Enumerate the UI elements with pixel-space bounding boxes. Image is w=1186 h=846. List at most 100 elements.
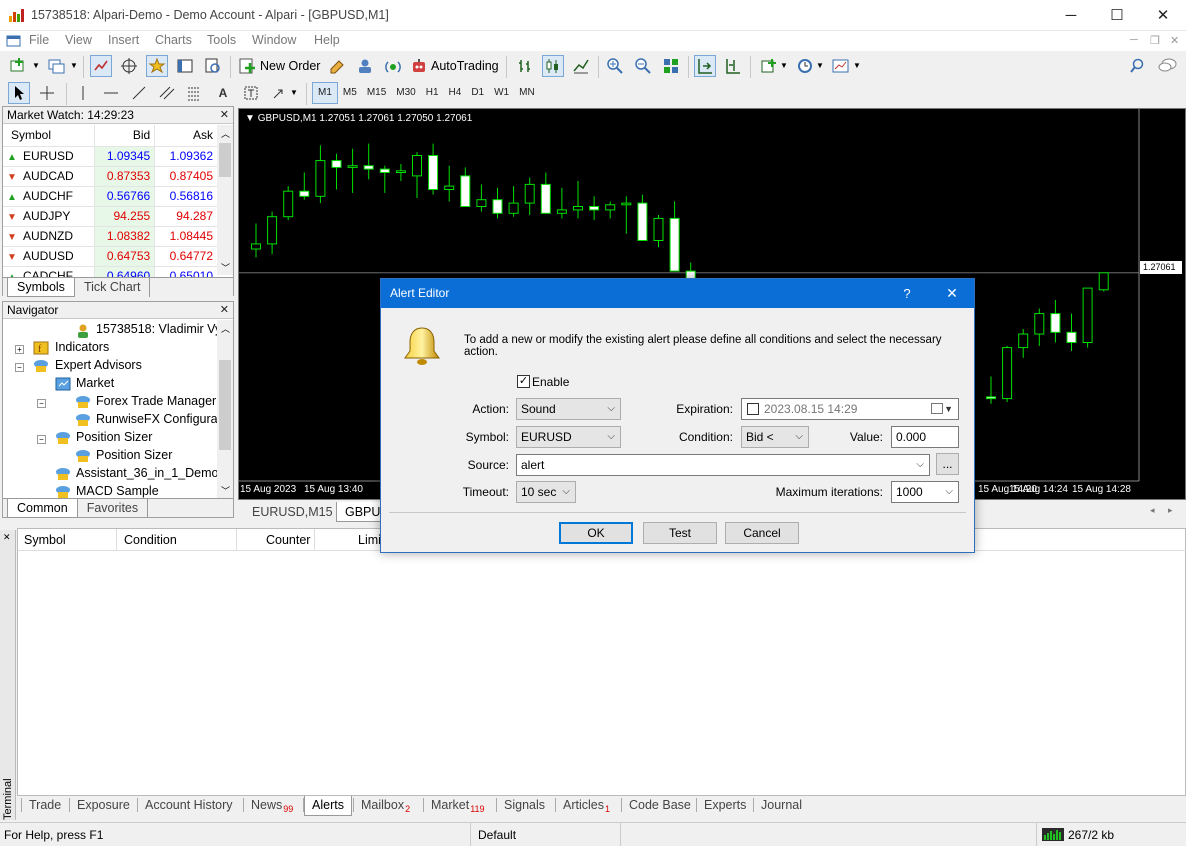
tab-common[interactable]: Common	[7, 499, 78, 518]
minimize-button[interactable]: ─	[1048, 0, 1094, 31]
timeframe-m15[interactable]: M15	[362, 82, 391, 104]
terminal-tab-account-history[interactable]: Account History	[138, 796, 240, 816]
expert-advisors-collapse-icon[interactable]: −	[15, 363, 24, 372]
indicators-dropdown-icon[interactable]: ▼	[780, 61, 788, 70]
new-chart-dropdown-icon[interactable]: ▼	[32, 61, 40, 70]
line-chart-icon[interactable]	[570, 55, 592, 77]
table-row[interactable]: ▼ AUDJPY 94.255 94.287	[3, 206, 217, 227]
menu-view[interactable]: View	[65, 33, 92, 47]
chart-shift-icon[interactable]	[722, 55, 744, 77]
mdi-close-icon[interactable]: ✕	[1170, 34, 1179, 47]
profiles-dropdown-icon[interactable]: ▼	[70, 61, 78, 70]
new-chart-icon[interactable]	[8, 55, 30, 77]
templates-dropdown-icon[interactable]: ▼	[853, 61, 861, 70]
timeframe-h1[interactable]: H1	[421, 82, 444, 104]
mdi-restore-icon[interactable]: ❐	[1150, 34, 1160, 47]
menu-tools[interactable]: Tools	[207, 33, 236, 47]
timeframe-m1[interactable]: M1	[312, 82, 338, 104]
terminal-tab-signals[interactable]: Signals	[497, 796, 552, 816]
arrows-dropdown-icon[interactable]: ▼	[290, 88, 298, 97]
tile-windows-icon[interactable]	[660, 55, 682, 77]
navigator-scrollbar[interactable]: ︿ ﹀	[217, 320, 233, 498]
timeout-select[interactable]: 10 sec ⌵	[516, 481, 576, 503]
timeframe-w1[interactable]: W1	[489, 82, 514, 104]
data-window-icon[interactable]	[118, 55, 140, 77]
test-button[interactable]: Test	[643, 522, 717, 544]
nav-macd-sample[interactable]: MACD Sample	[76, 484, 159, 498]
value-input[interactable]: 0.000	[891, 426, 959, 448]
position-sizer-collapse-icon[interactable]: −	[37, 435, 46, 444]
max-iterations-select[interactable]: 1000 ⌵	[891, 481, 959, 503]
table-row[interactable]: ▼ AUDUSD 0.64753 0.64772	[3, 246, 217, 267]
trendline-icon[interactable]	[128, 82, 150, 104]
tab-symbols[interactable]: Symbols	[7, 278, 75, 297]
terminal-close-icon[interactable]: ✕	[3, 532, 11, 543]
menu-window[interactable]: Window	[252, 33, 296, 47]
timeframe-m30[interactable]: M30	[391, 82, 420, 104]
col-alert-counter[interactable]: Counter	[266, 533, 310, 547]
terminal-tab-news[interactable]: News99	[244, 796, 300, 816]
enable-checkbox[interactable]: ✓	[517, 375, 530, 388]
terminal-icon[interactable]	[174, 55, 196, 77]
candlestick-chart-icon[interactable]	[542, 55, 564, 77]
indicators-list-icon[interactable]	[758, 55, 780, 77]
dialog-help-button[interactable]: ?	[893, 279, 921, 308]
terminal-tab-exposure[interactable]: Exposure	[70, 796, 137, 816]
timeframe-mn[interactable]: MN	[514, 82, 540, 104]
tabs-scroll-right-icon[interactable]: ▸	[1168, 505, 1173, 516]
zoom-out-icon[interactable]	[632, 55, 654, 77]
new-order-button[interactable]: New Order	[238, 55, 320, 77]
col-alert-symbol[interactable]: Symbol	[24, 533, 66, 547]
condition-select[interactable]: Bid < ⌵	[741, 426, 809, 448]
text-tool-icon[interactable]: A	[212, 82, 234, 104]
periods-clock-icon[interactable]	[794, 55, 816, 77]
market-watch-close-icon[interactable]: ✕	[220, 108, 229, 121]
timeframe-m5[interactable]: M5	[338, 82, 362, 104]
horizontal-line-icon[interactable]	[100, 82, 122, 104]
symbol-select[interactable]: EURUSD ⌵	[516, 426, 621, 448]
expiration-picker[interactable]: 2023.08.15 14:29 ▼	[741, 398, 959, 420]
auto-scroll-icon[interactable]	[694, 55, 716, 77]
arrows-icon[interactable]	[268, 82, 290, 104]
menu-help[interactable]: Help	[314, 33, 340, 47]
maximize-button[interactable]: ☐	[1094, 0, 1140, 31]
strategy-tester-icon[interactable]	[202, 55, 224, 77]
tab-tick-chart[interactable]: Tick Chart	[75, 278, 151, 297]
terminal-tab-articles[interactable]: Articles1	[556, 796, 617, 816]
tabs-scroll-left-icon[interactable]: ◂	[1150, 505, 1155, 516]
indicators-expand-icon[interactable]: +	[15, 345, 24, 354]
timeframe-d1[interactable]: D1	[466, 82, 489, 104]
nav-position-sizer[interactable]: Position Sizer	[96, 448, 172, 462]
chart-window-icon[interactable]	[6, 33, 22, 48]
menu-charts[interactable]: Charts	[155, 33, 192, 47]
market-watch-scrollbar[interactable]: ︿ ﹀	[217, 125, 233, 275]
terminal-tab-code-base[interactable]: Code Base	[622, 796, 698, 816]
table-row[interactable]: ▲ EURUSD 1.09345 1.09362	[3, 146, 217, 167]
table-row[interactable]: ▼ AUDCAD 0.87353 0.87405	[3, 166, 217, 187]
chart-tab-eurusd[interactable]: EURUSD,M15	[244, 503, 342, 522]
navigator-close-icon[interactable]: ✕	[220, 303, 229, 316]
alerts-list[interactable]: Symbol Condition Counter Limit	[17, 528, 1186, 796]
profiles-icon[interactable]	[46, 55, 68, 77]
equidistant-channel-icon[interactable]	[156, 82, 178, 104]
cancel-button[interactable]: Cancel	[725, 522, 799, 544]
chat-icon[interactable]	[1156, 55, 1178, 77]
menu-insert[interactable]: Insert	[108, 33, 139, 47]
signals-icon[interactable]	[382, 55, 404, 77]
bar-chart-icon[interactable]	[514, 55, 536, 77]
community-icon[interactable]	[354, 55, 376, 77]
nav-assistant[interactable]: Assistant_36_in_1_Demo	[76, 466, 217, 480]
market-collapse-icon[interactable]: −	[37, 399, 46, 408]
close-button[interactable]: ✕	[1140, 0, 1186, 31]
action-select[interactable]: Sound ⌵	[516, 398, 621, 420]
vertical-line-icon[interactable]	[72, 82, 94, 104]
nav-position-sizer-folder[interactable]: Position Sizer	[76, 430, 152, 444]
ok-button[interactable]: OK	[559, 522, 633, 544]
table-row[interactable]: ▲ AUDCHF 0.56766 0.56816	[3, 186, 217, 207]
metaeditor-icon[interactable]	[326, 55, 348, 77]
templates-icon[interactable]	[830, 55, 852, 77]
search-icon[interactable]	[1126, 55, 1148, 77]
timeframe-h4[interactable]: H4	[444, 82, 467, 104]
calendar-icon[interactable]	[931, 403, 943, 414]
cursor-icon[interactable]	[8, 82, 30, 104]
